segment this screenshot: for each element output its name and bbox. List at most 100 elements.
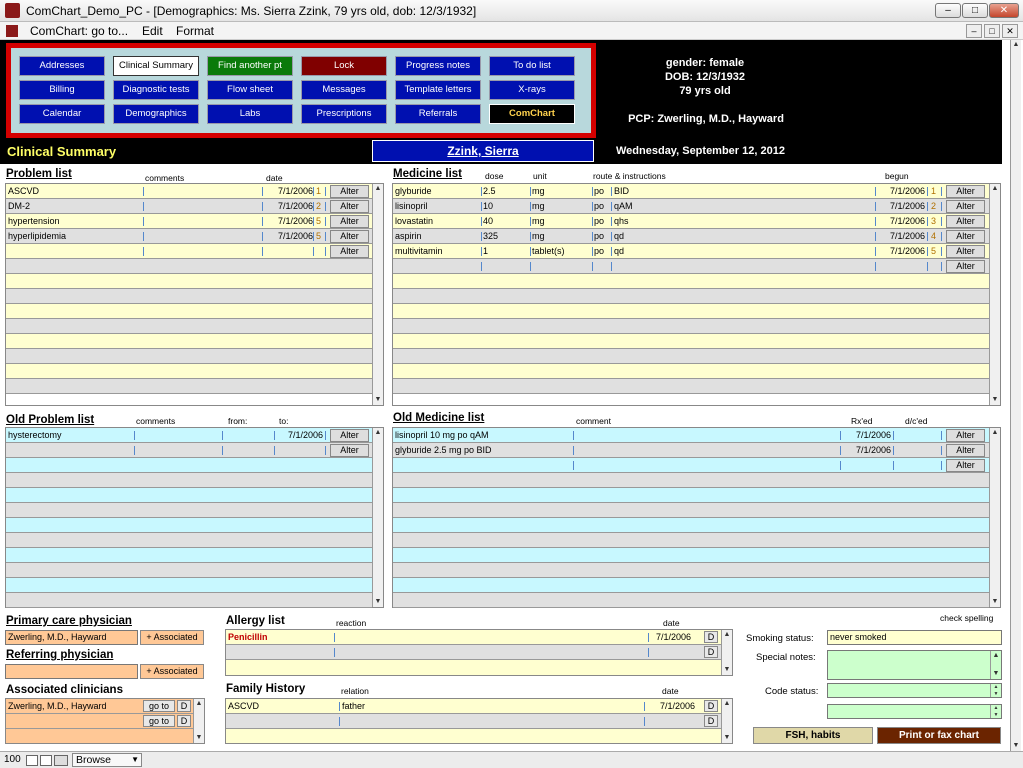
alter-button[interactable]: Alter (330, 444, 369, 457)
problem-rank[interactable]: 1 (316, 184, 324, 198)
alter-button[interactable]: Alter (946, 230, 985, 243)
associated-scrollbar[interactable]: ▲ ▼ (193, 699, 204, 743)
medicine-route[interactable]: po (594, 214, 610, 228)
medicine-name[interactable]: lovastatin (395, 214, 480, 228)
medicine-instructions[interactable]: qd (614, 244, 874, 258)
alter-button[interactable]: Alter (330, 230, 369, 243)
medicine-unit[interactable]: mg (532, 199, 590, 213)
nav-addresses[interactable]: Addresses (19, 56, 105, 76)
nav-lock[interactable]: Lock (301, 56, 387, 76)
delete-button[interactable]: D (704, 715, 718, 727)
medicine-name[interactable]: multivitamin (395, 244, 480, 258)
medicine-dose[interactable]: 1 (483, 244, 528, 258)
status-toggle-icon[interactable] (54, 755, 68, 766)
nav-labs[interactable]: Labs (207, 104, 293, 124)
medicine-rank[interactable]: 5 (931, 244, 939, 258)
medicine-unit[interactable]: mg (532, 184, 590, 198)
medicine-route[interactable]: po (594, 199, 610, 213)
special-notes-scrollbar[interactable]: ▲ ▼ (990, 651, 1001, 679)
problem-date[interactable]: 7/1/2006 (268, 184, 313, 198)
patient-name[interactable]: Zzink, Sierra (372, 140, 594, 162)
problem-name[interactable]: DM-2 (8, 199, 138, 213)
zoom-level[interactable]: 100 (4, 754, 21, 765)
old-medicine-rxed-date[interactable]: 7/1/2006 (845, 428, 891, 442)
problem-list-scrollbar[interactable]: ▲ ▼ (372, 184, 383, 405)
alter-button[interactable]: Alter (946, 245, 985, 258)
medicine-route[interactable]: po (594, 184, 610, 198)
alter-button[interactable]: Alter (330, 200, 369, 213)
medicine-name[interactable]: aspirin (395, 229, 480, 243)
code-status-spinner[interactable]: ▲ ▼ (990, 684, 1001, 697)
medicine-begun-date[interactable]: 7/1/2006 (879, 229, 925, 243)
alter-button[interactable]: Alter (946, 429, 985, 442)
medicine-route[interactable]: po (594, 229, 610, 243)
referring-associated-button[interactable]: + Associated (140, 664, 204, 679)
minimize-button[interactable]: – (935, 3, 961, 18)
zoom-out-icon[interactable] (26, 755, 38, 766)
medicine-name[interactable]: lisinopril (395, 199, 480, 213)
menu-goto[interactable]: ComChart: go to... (30, 24, 128, 38)
code-status-field[interactable]: ▲ ▼ (827, 683, 1002, 698)
alter-button[interactable]: Alter (330, 245, 369, 258)
nav-demographics[interactable]: Demographics (113, 104, 199, 124)
alter-button[interactable]: Alter (330, 185, 369, 198)
mode-select[interactable]: Browse ▼ (72, 753, 142, 767)
referring-field[interactable] (5, 664, 138, 679)
alter-button[interactable]: Alter (946, 215, 985, 228)
medicine-unit[interactable]: mg (532, 214, 590, 228)
nav-find-patient[interactable]: Find another pt (207, 56, 293, 76)
medicine-instructions[interactable]: BID (614, 184, 874, 198)
problem-name[interactable]: hypertension (8, 214, 138, 228)
scroll-down-icon[interactable]: ▼ (990, 597, 1000, 607)
medicine-unit[interactable]: mg (532, 229, 590, 243)
code-status-extra-spinner[interactable]: ▲ ▼ (990, 705, 1001, 718)
scroll-up-icon[interactable]: ▲ (990, 428, 1000, 438)
mdi-close-button[interactable]: ✕ (1002, 24, 1018, 38)
medicine-name[interactable]: glyburide (395, 184, 480, 198)
delete-button[interactable]: D (177, 715, 191, 727)
mdi-restore-button[interactable]: □ (984, 24, 1000, 38)
problem-date[interactable]: 7/1/2006 (268, 214, 313, 228)
delete-button[interactable]: D (704, 646, 718, 658)
medicine-list-scrollbar[interactable]: ▲ ▼ (989, 184, 1000, 405)
medicine-route[interactable]: po (594, 244, 610, 258)
medicine-begun-date[interactable]: 7/1/2006 (879, 199, 925, 213)
problem-name[interactable]: hyperlipidemia (8, 229, 138, 243)
medicine-begun-date[interactable]: 7/1/2006 (879, 244, 925, 258)
medicine-dose[interactable]: 2.5 (483, 184, 528, 198)
medicine-instructions[interactable]: qAM (614, 199, 874, 213)
menu-format[interactable]: Format (176, 24, 214, 38)
allergy-name[interactable]: Penicillin (228, 630, 328, 644)
problem-name[interactable]: ASCVD (8, 184, 138, 198)
allergy-scrollbar[interactable]: ▲ ▼ (721, 630, 732, 675)
goto-button[interactable]: go to (143, 700, 175, 712)
zoom-in-icon[interactable] (40, 755, 52, 766)
nav-comchart[interactable]: ComChart (489, 104, 575, 124)
medicine-instructions[interactable]: qhs (614, 214, 874, 228)
smoking-status-field[interactable]: never smoked (827, 630, 1002, 645)
scroll-up-icon[interactable]: ▲ (373, 428, 383, 438)
family-relation[interactable]: father (342, 699, 492, 713)
fsh-habits-button[interactable]: FSH, habits (753, 727, 873, 744)
scroll-up-icon[interactable]: ▲ (990, 184, 1000, 194)
print-fax-chart-button[interactable]: Print or fax chart (877, 727, 1001, 744)
delete-button[interactable]: D (704, 631, 718, 643)
nav-xrays[interactable]: X-rays (489, 80, 575, 100)
allergy-date[interactable]: 7/1/2006 (656, 630, 706, 644)
scroll-down-icon[interactable]: ▼ (990, 395, 1000, 405)
medicine-dose[interactable]: 40 (483, 214, 528, 228)
nav-clinical-summary[interactable]: Clinical Summary (113, 56, 199, 76)
problem-rank[interactable]: 5 (316, 229, 324, 243)
old-problem-name[interactable]: hysterectomy (8, 428, 128, 442)
alter-button[interactable]: Alter (946, 200, 985, 213)
special-notes-field[interactable]: ▲ ▼ (827, 650, 1002, 680)
old-medicine-name[interactable]: lisinopril 10 mg po qAM (395, 428, 565, 442)
associated-clinician-name[interactable]: Zwerling, M.D., Hayward (8, 699, 138, 713)
problem-rank[interactable]: 5 (316, 214, 324, 228)
nav-flow-sheet[interactable]: Flow sheet (207, 80, 293, 100)
old-medicine-name[interactable]: glyburide 2.5 mg po BID (395, 443, 565, 457)
old-problem-to-date[interactable]: 7/1/2006 (278, 428, 323, 442)
old-medicine-list-scrollbar[interactable]: ▲ ▼ (989, 428, 1000, 607)
menu-edit[interactable]: Edit (142, 24, 163, 38)
window-scrollbar[interactable]: ▲ ▼ (1010, 40, 1021, 751)
